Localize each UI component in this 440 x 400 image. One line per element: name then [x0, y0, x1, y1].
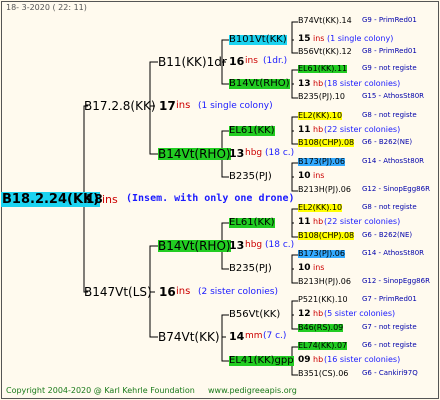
- gen4-0-name: B74Vt(KK).14: [298, 16, 352, 25]
- gen4-15-name: B351(CS).06: [298, 369, 349, 378]
- gen3-4-note: (22 sister colonies): [324, 217, 401, 226]
- gen4-2-info: G9 - not registe: [362, 64, 417, 72]
- gen3-5-count: 10: [298, 263, 311, 273]
- gen4-8-info: G8 - not registe: [362, 203, 417, 211]
- gen2-3-name: B74Vt(KK): [158, 330, 220, 344]
- gen1-top-note: (1 single colony): [198, 101, 273, 111]
- gen3-7-unit: hb: [313, 355, 324, 364]
- gen4-1-info: G8 - PrimRed01: [362, 47, 417, 55]
- gen3-4-name: EL61(KK): [229, 217, 275, 228]
- gen3-7-note: (16 sister colonies): [324, 355, 401, 364]
- gen3-1-name: B14Vt(RHO): [229, 78, 290, 89]
- gen1-bottom-note: (2 sister colonies): [198, 287, 279, 297]
- gen1-top-name: B17.2.8(KK): [84, 99, 156, 113]
- gen4-14-info: G6 - not registe: [362, 341, 417, 349]
- gen2-1-count: 13: [229, 147, 245, 160]
- gen1-bottom-name: B147Vt(LS): [84, 285, 152, 299]
- gen3-2-count: 11: [298, 125, 311, 135]
- gen3-7-name: EL41(KK)gpp: [229, 355, 294, 366]
- gen3-3-name: B235(PJ): [229, 171, 272, 182]
- root-note: (Insem. with only one drone): [126, 193, 295, 204]
- gen4-5-info: G6 - B262(NE): [362, 138, 413, 146]
- gen4-4-info: G8 - not registe: [362, 111, 417, 119]
- gen2-3-note: (7 c.): [263, 331, 287, 341]
- gen4-7-name: B213H(PJ).06: [298, 185, 351, 194]
- root-unit: ins: [102, 193, 118, 206]
- gen3-0-unit: ins: [313, 34, 325, 43]
- gen3-4-unit: hb: [313, 217, 324, 226]
- gen4-5-name: B108(CHP).08: [298, 138, 355, 147]
- gen2-2-note: (18 c.): [265, 240, 295, 250]
- gen2-0-unit: ins: [245, 56, 258, 66]
- gen2-3-unit: mm: [245, 331, 263, 341]
- gen4-2-name: EL61(KK).11: [298, 64, 348, 73]
- gen4-9-info: G6 - B262(NE): [362, 231, 413, 239]
- gen3-6-note: (5 sister colonies): [324, 309, 396, 318]
- gen2-0-note: (1dr.): [263, 56, 288, 66]
- gen1-top-count: 17: [159, 99, 176, 113]
- gen3-0-name: B101Vt(KK): [229, 34, 287, 45]
- gen3-3-unit: ins: [313, 171, 325, 180]
- gen2-3-count: 14: [229, 330, 245, 343]
- gen4-8-name: EL2(KK).10: [298, 203, 343, 212]
- gen4-7-info: G12 - SinopEgg86R: [362, 185, 430, 193]
- gen2-1-name: B14Vt(RHO): [158, 147, 231, 161]
- footer-copyright: Copyright 2004-2020 @ Karl Kehrle Founda…: [6, 386, 195, 395]
- gen3-6-name: B56Vt(KK): [229, 309, 281, 320]
- gen4-9-name: B108(CHP).08: [298, 231, 355, 240]
- gen1-top-unit: ins: [176, 100, 191, 111]
- gen4-6-info: G14 - AthosSt80R: [362, 157, 425, 165]
- gen3-1-count: 13: [298, 79, 311, 89]
- footer-url: www.pedigreeapis.org: [208, 386, 297, 395]
- gen3-0-count: 15: [298, 34, 311, 44]
- gen4-11-name: B213H(PJ).06: [298, 277, 351, 286]
- gen2-1-note: (18 c.): [265, 148, 295, 158]
- header-date: 18- 3-2020 ( 22: 11): [6, 3, 87, 12]
- gen4-13-name: B46(RS).09: [298, 323, 344, 332]
- gen3-4-count: 11: [298, 217, 311, 227]
- gen3-7-count: 09: [298, 355, 311, 365]
- gen3-6-count: 12: [298, 309, 311, 319]
- root-count: 18: [86, 192, 103, 206]
- gen3-5-unit: ins: [313, 263, 325, 272]
- gen4-4-name: EL2(KK).10: [298, 111, 343, 120]
- gen4-1-name: B56Vt(KK).12: [298, 47, 352, 56]
- gen2-0-count: 16: [229, 55, 245, 68]
- gen3-1-unit: hb: [313, 79, 324, 88]
- gen3-0-note: (1 single colony): [327, 34, 394, 43]
- gen3-3-count: 10: [298, 171, 311, 181]
- gen1-bottom-unit: ins: [176, 286, 191, 297]
- gen4-13-info: G7 - not registe: [362, 323, 417, 331]
- gen3-1-note: (18 sister colonies): [324, 79, 401, 88]
- gen4-6-name: B173(PJ).06: [298, 157, 345, 166]
- gen3-2-name: EL61(KK): [229, 125, 275, 136]
- gen2-1-unit: hbg: [245, 148, 263, 158]
- gen3-2-note: (22 sister colonies): [324, 125, 401, 134]
- gen4-10-info: G14 - AthosSt80R: [362, 249, 425, 257]
- gen4-3-info: G15 - AthosSt80R: [362, 92, 425, 100]
- gen4-0-info: G9 - PrimRed01: [362, 16, 417, 24]
- gen2-2-unit: hbg: [245, 240, 263, 250]
- gen3-2-unit: hb: [313, 125, 324, 134]
- gen4-3-name: B235(PJ).10: [298, 92, 345, 101]
- gen4-14-name: EL74(KK).07: [298, 341, 348, 350]
- gen4-10-name: B173(PJ).06: [298, 249, 345, 258]
- gen3-6-unit: hb: [313, 309, 324, 318]
- gen2-0-name: B11(KK)1dr: [158, 55, 227, 69]
- gen2-2-name: B14Vt(RHO): [158, 239, 231, 253]
- gen2-2-count: 13: [229, 239, 245, 252]
- gen1-bottom-count: 16: [159, 285, 176, 299]
- gen4-15-info: G6 - Cankiri97Q: [362, 369, 418, 377]
- gen3-5-name: B235(PJ): [229, 263, 272, 274]
- gen4-11-info: G12 - SinopEgg86R: [362, 277, 430, 285]
- gen4-12-name: P521(KK).10: [298, 295, 348, 304]
- gen4-12-info: G7 - PrimRed01: [362, 295, 417, 303]
